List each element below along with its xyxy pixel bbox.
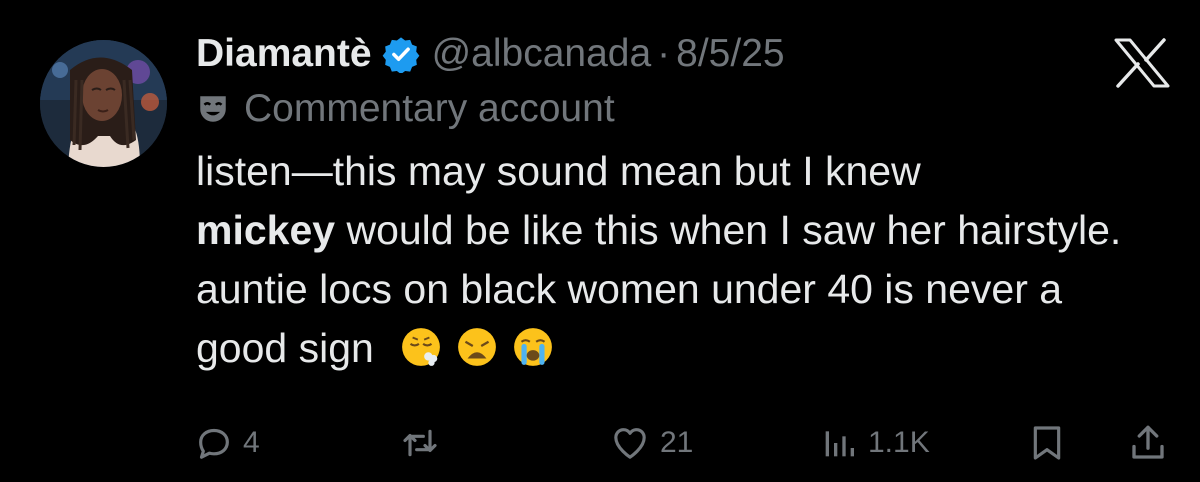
like-count: 21 (660, 426, 694, 459)
account-label-text: Commentary account (244, 87, 615, 130)
tweet-text-part-1: listen—this may sound mean but I knew (196, 148, 921, 194)
loudly-crying-face-emoji (513, 328, 552, 366)
tweet-text: listen—this may sound mean but I knew mic… (196, 142, 1136, 378)
views-button[interactable]: 1.1K (818, 418, 930, 468)
repost-button[interactable] (398, 418, 442, 468)
handle[interactable]: @albcanada (432, 32, 652, 76)
face-exhaling-emoji (401, 328, 440, 366)
tweet-text-part-2: would be like this when I saw her hairst… (196, 207, 1122, 371)
repost-icon (403, 429, 437, 457)
separator: · (657, 32, 671, 75)
share-icon (1132, 425, 1164, 459)
heart-icon (614, 428, 646, 459)
tweet-header: Diamantè @albcanada · 8/5/25 (196, 28, 1106, 80)
tweet-date[interactable]: 8/5/25 (676, 32, 784, 76)
mask-icon (200, 96, 226, 122)
bookmark-button[interactable] (1027, 418, 1067, 468)
reply-button[interactable]: 4 (193, 418, 260, 468)
reply-count: 4 (243, 426, 260, 459)
avatar[interactable] (40, 40, 167, 167)
verified-badge-icon[interactable] (382, 35, 420, 73)
action-bar: 4 21 1.1K (193, 418, 1173, 468)
account-label: Commentary account (196, 84, 1106, 134)
profile-photo (40, 40, 167, 167)
share-button[interactable] (1127, 418, 1169, 468)
display-name[interactable]: Diamantè (196, 32, 372, 76)
views-icon (825, 431, 854, 457)
bookmark-icon (1033, 426, 1061, 460)
like-button[interactable]: 21 (608, 418, 693, 468)
reply-icon (199, 428, 229, 459)
tweet-body: Diamantè @albcanada · 8/5/25 Commentary … (196, 28, 1121, 378)
x-logo-icon (1114, 38, 1170, 88)
views-count: 1.1K (868, 426, 930, 459)
mention-link[interactable]: mickey (196, 207, 335, 253)
weary-face-emoji (457, 328, 496, 366)
